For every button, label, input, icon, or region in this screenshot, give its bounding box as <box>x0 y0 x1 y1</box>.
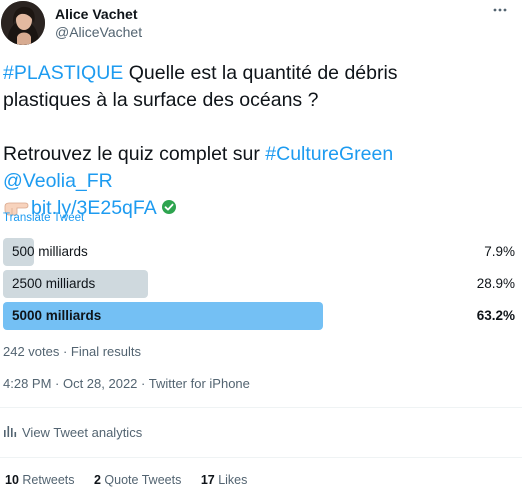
divider <box>0 407 522 408</box>
tweet-text-part: Retrouvez le quiz complet sur <box>3 143 266 165</box>
more-horizontal-icon[interactable] <box>492 2 508 23</box>
tweet-timestamp[interactable]: 4:28 PM · Oct 28, 2022 · Twitter for iPh… <box>3 376 250 391</box>
tweet-line-2: plastiques à la surface des océans ? <box>3 89 319 111</box>
poll-option-percent: 63.2% <box>476 308 515 323</box>
avatar[interactable] <box>1 1 45 45</box>
likes-count: 17 <box>200 473 215 487</box>
retweets-label: Retweets <box>22 473 75 487</box>
poll: 500 milliards 7.9% 2500 milliards 28.9% … <box>3 238 515 334</box>
divider <box>0 457 522 458</box>
retweets-stat[interactable]: 10 Retweets <box>5 473 75 487</box>
poll-option: 500 milliards 7.9% <box>3 238 515 266</box>
author-handle[interactable]: @AliceVachet <box>55 24 142 40</box>
quotes-label: Quote Tweets <box>104 473 182 487</box>
hashtag-plastique[interactable]: #PLASTIQUE <box>3 62 123 84</box>
view-analytics-button[interactable]: View Tweet analytics <box>3 424 142 441</box>
poll-option: 2500 milliards 28.9% <box>3 270 515 298</box>
analytics-icon <box>3 424 22 441</box>
mention-veolia[interactable]: @Veolia_FR <box>3 170 113 192</box>
likes-stat[interactable]: 17 Likes <box>201 473 248 487</box>
poll-option-label: 5000 milliards <box>12 308 102 323</box>
quote-tweets-stat[interactable]: 2 Quote Tweets <box>94 473 181 487</box>
poll-meta: 242 votes · Final results <box>3 344 142 359</box>
translate-tweet-link[interactable]: Translate Tweet <box>3 212 84 224</box>
check-circle-icon <box>161 196 177 223</box>
likes-label: Likes <box>218 473 248 487</box>
poll-option-percent: 7.9% <box>484 244 515 259</box>
tweet-line-1: #PLASTIQUE Quelle est la quantité de déb… <box>3 60 513 87</box>
poll-option-label: 500 milliards <box>12 244 88 259</box>
tweet-stats: 10 Retweets 2 Quote Tweets 17 Likes <box>5 473 263 487</box>
tweet-line-4: @Veolia_FR <box>3 168 513 195</box>
analytics-label: View Tweet analytics <box>22 425 143 440</box>
tweet-line-3: Retrouvez le quiz complet sur #CultureGr… <box>3 141 513 168</box>
tweet-header: Alice Vachet @AliceVachet <box>0 0 522 52</box>
author-name[interactable]: Alice Vachet <box>55 6 138 22</box>
retweets-count: 10 <box>5 473 19 487</box>
hashtag-culturegreen[interactable]: #CultureGreen <box>265 143 393 165</box>
poll-option-winner: 5000 milliards 63.2% <box>3 302 515 330</box>
tweet-text-part: Quelle est la quantité de débris <box>123 62 398 84</box>
quotes-count: 2 <box>93 473 101 487</box>
poll-option-percent: 28.9% <box>476 276 515 291</box>
poll-option-label: 2500 milliards <box>12 276 96 291</box>
tweet-text: #PLASTIQUE Quelle est la quantité de déb… <box>3 60 513 222</box>
